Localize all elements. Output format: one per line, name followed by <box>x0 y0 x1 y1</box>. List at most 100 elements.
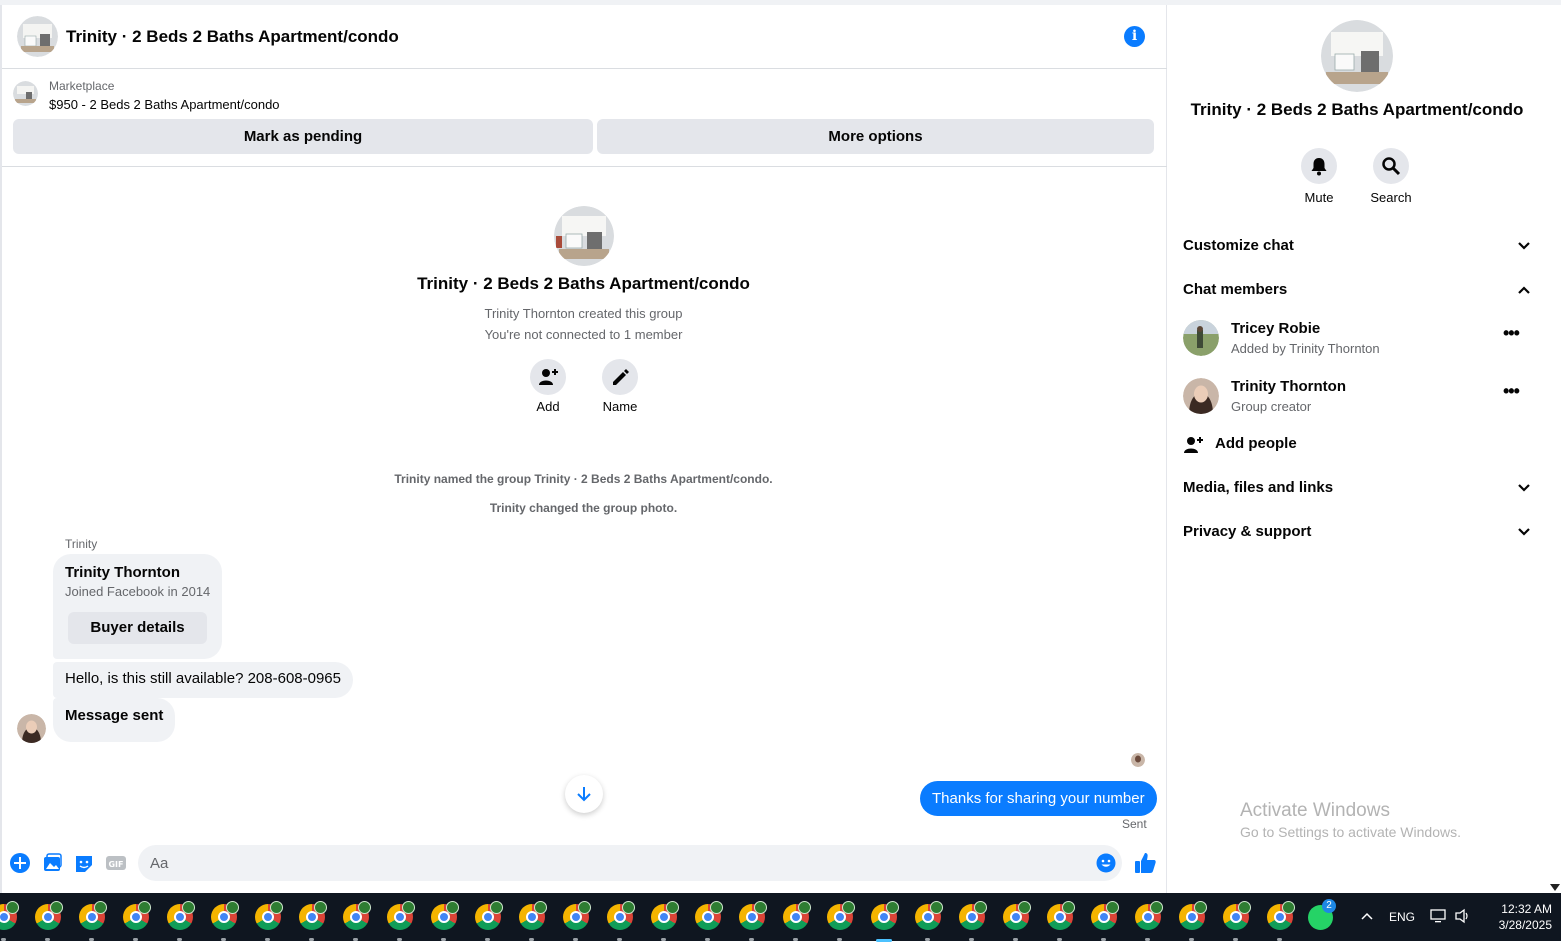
chrome-taskbar-button[interactable] <box>560 901 592 941</box>
chrome-taskbar-button[interactable] <box>736 901 768 941</box>
read-receipt-avatar <box>1131 753 1145 767</box>
chrome-taskbar-button[interactable] <box>780 901 812 941</box>
intro-title: Trinity · 2 Beds 2 Baths Apartment/condo <box>417 274 750 293</box>
chrome-taskbar-button[interactable] <box>252 901 284 941</box>
media-files-links-section[interactable]: Media, files and links <box>1183 479 1531 503</box>
message-input[interactable] <box>138 845 1122 881</box>
chrome-taskbar-button[interactable] <box>1000 901 1032 941</box>
page-scrollbar[interactable] <box>1547 5 1561 893</box>
chrome-taskbar-button[interactable] <box>692 901 724 941</box>
thumbs-up-icon[interactable] <box>1133 851 1157 875</box>
profile-badge-icon <box>578 901 591 914</box>
chrome-taskbar-button[interactable] <box>912 901 944 941</box>
profile-badge-icon <box>94 901 107 914</box>
member-row[interactable]: Trinity Thornton Group creator ••• <box>1183 378 1533 422</box>
section-label: Customize chat <box>1183 237 1294 254</box>
profile-badge-icon <box>138 901 151 914</box>
profile-badge-icon <box>798 901 811 914</box>
whatsapp-taskbar-icon[interactable]: 2 <box>1305 899 1337 933</box>
system-clock[interactable]: 12:32 AM 3/28/2025 <box>1480 901 1552 933</box>
more-dots-icon[interactable]: ••• <box>1503 382 1527 400</box>
sender-avatar[interactable] <box>17 714 46 743</box>
member-avatar <box>1183 378 1219 414</box>
intro-connection-note: You're not connected to 1 member <box>484 327 683 342</box>
profile-badge-icon <box>974 901 987 914</box>
chrome-taskbar-button[interactable] <box>32 901 64 941</box>
system-note: Trinity named the group Trinity · 2 Beds… <box>394 472 773 486</box>
chrome-taskbar-button[interactable] <box>1132 901 1164 941</box>
arrow-down-icon <box>577 787 591 802</box>
rename-group-button[interactable] <box>602 359 638 395</box>
chrome-taskbar-button[interactable] <box>824 901 856 941</box>
chrome-taskbar-button[interactable] <box>1088 901 1120 941</box>
chrome-taskbar-button[interactable] <box>296 901 328 941</box>
profile-badge-icon <box>182 901 195 914</box>
member-role: Group creator <box>1231 399 1312 414</box>
profile-badge-icon <box>270 901 283 914</box>
chrome-taskbar-button[interactable] <box>516 901 548 941</box>
chrome-taskbar-button[interactable] <box>340 901 372 941</box>
customize-chat-section[interactable]: Customize chat <box>1183 237 1531 261</box>
chrome-taskbar-button[interactable] <box>428 901 460 941</box>
volume-icon[interactable] <box>1454 908 1472 924</box>
outgoing-message[interactable]: Thanks for sharing your number <box>920 781 1157 816</box>
conversation-info-panel: Trinity · 2 Beds 2 Baths Apartment/condo… <box>1167 5 1547 893</box>
messenger-window: Trinity · 2 Beds 2 Baths Apartment/condo… <box>0 0 1561 893</box>
language-indicator[interactable]: ENG <box>1389 910 1415 924</box>
chrome-taskbar-button[interactable] <box>868 901 900 942</box>
plus-circle-icon[interactable] <box>9 852 31 874</box>
chrome-taskbar-button[interactable] <box>1220 901 1252 941</box>
add-member-button[interactable] <box>530 359 566 395</box>
emoji-icon[interactable] <box>1096 853 1116 873</box>
listing-title[interactable]: $950 - 2 Beds 2 Baths Apartment/condo <box>49 97 280 112</box>
buyer-details-button[interactable]: Buyer details <box>68 612 207 644</box>
more-dots-icon[interactable]: ••• <box>1503 324 1527 342</box>
chrome-taskbar-button[interactable] <box>76 901 108 941</box>
privacy-support-section[interactable]: Privacy & support <box>1183 523 1531 547</box>
mark-as-pending-button[interactable]: Mark as pending <box>13 119 593 154</box>
chat-members-section[interactable]: Chat members <box>1183 281 1531 305</box>
scroll-down-arrow-icon[interactable] <box>1550 884 1560 891</box>
profile-badge-icon <box>886 901 899 914</box>
marketplace-listing-bar: Marketplace $950 - 2 Beds 2 Baths Apartm… <box>2 69 1167 167</box>
chrome-taskbar-button[interactable] <box>164 901 196 941</box>
add-people-button[interactable]: Add people <box>1183 433 1383 457</box>
incoming-message[interactable]: Hello, is this still available? 208-608-… <box>53 662 353 698</box>
chrome-taskbar-button[interactable] <box>956 901 988 941</box>
scroll-to-bottom-button[interactable] <box>565 775 603 813</box>
chrome-taskbar-button[interactable] <box>0 901 20 941</box>
gif-icon[interactable]: GIF <box>105 852 127 874</box>
notification-badge: 2 <box>1322 899 1336 913</box>
incoming-message[interactable]: Message sent <box>53 698 176 742</box>
chrome-taskbar-button[interactable] <box>120 901 152 941</box>
chrome-taskbar-button[interactable] <box>208 901 240 941</box>
profile-badge-icon <box>490 901 503 914</box>
tray-chevron-up-icon[interactable] <box>1360 911 1374 921</box>
network-icon[interactable] <box>1430 908 1448 924</box>
chrome-taskbar-button[interactable] <box>604 901 636 941</box>
profile-badge-icon <box>446 901 459 914</box>
search-button[interactable] <box>1373 148 1409 184</box>
profile-badge-icon <box>1238 901 1251 914</box>
chat-title[interactable]: Trinity · 2 Beds 2 Baths Apartment/condo <box>66 27 399 47</box>
chrome-taskbar-button[interactable] <box>1264 901 1296 941</box>
chat-header: Trinity · 2 Beds 2 Baths Apartment/condo… <box>2 5 1167 69</box>
chrome-taskbar-button[interactable] <box>1044 901 1076 941</box>
side-group-avatar[interactable] <box>1321 20 1393 92</box>
listing-thumbnail[interactable] <box>13 81 38 106</box>
chrome-taskbar-button[interactable] <box>472 901 504 941</box>
sticker-icon[interactable] <box>73 852 95 874</box>
side-title: Trinity · 2 Beds 2 Baths Apartment/condo <box>1190 100 1524 119</box>
chevron-down-icon <box>1518 484 1530 492</box>
profile-badge-icon <box>1150 901 1163 914</box>
group-avatar[interactable] <box>17 16 58 57</box>
member-row[interactable]: Tricey Robie Added by Trinity Thornton •… <box>1183 320 1533 364</box>
mute-button[interactable] <box>1301 148 1337 184</box>
chrome-taskbar-button[interactable] <box>1176 901 1208 941</box>
info-icon[interactable]: i <box>1124 26 1145 47</box>
photo-icon[interactable] <box>41 852 63 874</box>
chrome-taskbar-button[interactable] <box>648 901 680 941</box>
mute-label: Mute <box>1304 190 1334 205</box>
more-options-button[interactable]: More options <box>597 119 1154 154</box>
chrome-taskbar-button[interactable] <box>384 901 416 941</box>
